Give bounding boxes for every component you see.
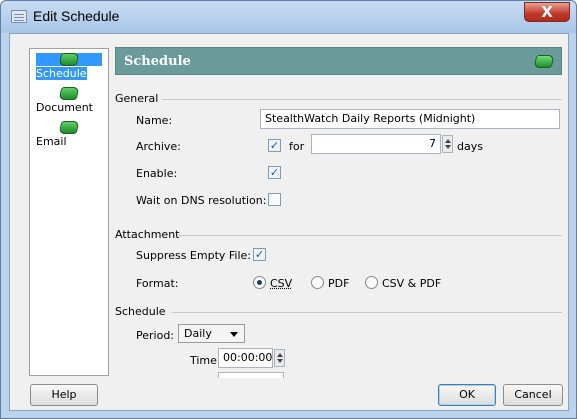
book-icon	[58, 53, 80, 66]
archive-days-unit: days	[457, 140, 483, 153]
suppress-empty-checkbox[interactable]: ✓	[253, 248, 266, 261]
archive-days-spinner[interactable]	[442, 135, 453, 153]
format-csv-pdf-label: CSV & PDF	[382, 277, 442, 290]
wait-dns-checkbox[interactable]: ✓	[268, 193, 281, 206]
name-label: Name:	[136, 114, 173, 127]
close-button[interactable]: X	[524, 2, 570, 22]
edit-schedule-window: Edit Schedule X Schedule Document Email …	[0, 0, 577, 419]
archive-for-label: for	[289, 140, 305, 153]
period-select[interactable]: Daily	[178, 324, 245, 343]
schedule-header: Schedule	[115, 47, 562, 75]
format-csv-label: CSV	[270, 277, 293, 290]
time-next-field	[218, 372, 284, 378]
general-divider	[162, 99, 562, 100]
nav-item-label: Document	[36, 101, 93, 114]
enable-label: Enable:	[136, 167, 178, 180]
chevron-down-icon	[230, 332, 238, 337]
schedule-divider	[172, 312, 562, 313]
nav-item-email[interactable]: Email	[36, 121, 102, 148]
header-title: Schedule	[124, 54, 191, 69]
book-icon	[58, 121, 80, 134]
suppress-empty-label: Suppress Empty File:	[136, 249, 252, 262]
time-spinner[interactable]	[274, 349, 285, 367]
nav-item-label: Email	[36, 135, 67, 148]
enable-checkbox[interactable]: ✓	[268, 166, 281, 179]
nav-item-label: Schedule	[36, 67, 87, 80]
window-icon	[11, 10, 27, 23]
attachment-divider	[178, 235, 562, 236]
name-input[interactable]: StealthWatch Daily Reports (Midnight)	[260, 109, 560, 129]
book-icon	[533, 55, 555, 68]
format-pdf-label: PDF	[328, 277, 350, 290]
side-nav: Schedule Document Email	[29, 48, 109, 376]
archive-days-input[interactable]: 7	[311, 134, 441, 154]
general-section-label: General	[115, 92, 159, 105]
format-radio-csv[interactable]	[253, 276, 266, 289]
format-radio-csv-pdf[interactable]	[365, 276, 378, 289]
period-value: Daily	[184, 327, 212, 340]
time-input[interactable]: 00:00:00	[218, 348, 273, 368]
wait-dns-label: Wait on DNS resolution:	[136, 194, 267, 207]
attachment-section-label: Attachment	[115, 228, 180, 241]
time-label: Time:	[190, 354, 221, 367]
ok-button[interactable]: OK	[438, 384, 496, 406]
book-icon	[58, 87, 80, 100]
schedule-section-label: Schedule	[115, 305, 166, 318]
cancel-button[interactable]: Cancel	[503, 384, 563, 406]
period-label: Period:	[136, 329, 175, 342]
nav-item-document[interactable]: Document	[36, 87, 102, 114]
format-label: Format:	[136, 277, 179, 290]
archive-label: Archive:	[136, 140, 181, 153]
help-button[interactable]: Help	[30, 384, 98, 406]
dialog-client: Schedule Document Email Schedule General…	[9, 33, 569, 411]
window-title: Edit Schedule	[33, 8, 120, 24]
title-bar[interactable]: Edit Schedule X	[1, 1, 576, 33]
format-radio-pdf[interactable]	[311, 276, 324, 289]
nav-item-schedule[interactable]: Schedule	[36, 53, 102, 80]
archive-checkbox[interactable]: ✓	[268, 139, 281, 152]
